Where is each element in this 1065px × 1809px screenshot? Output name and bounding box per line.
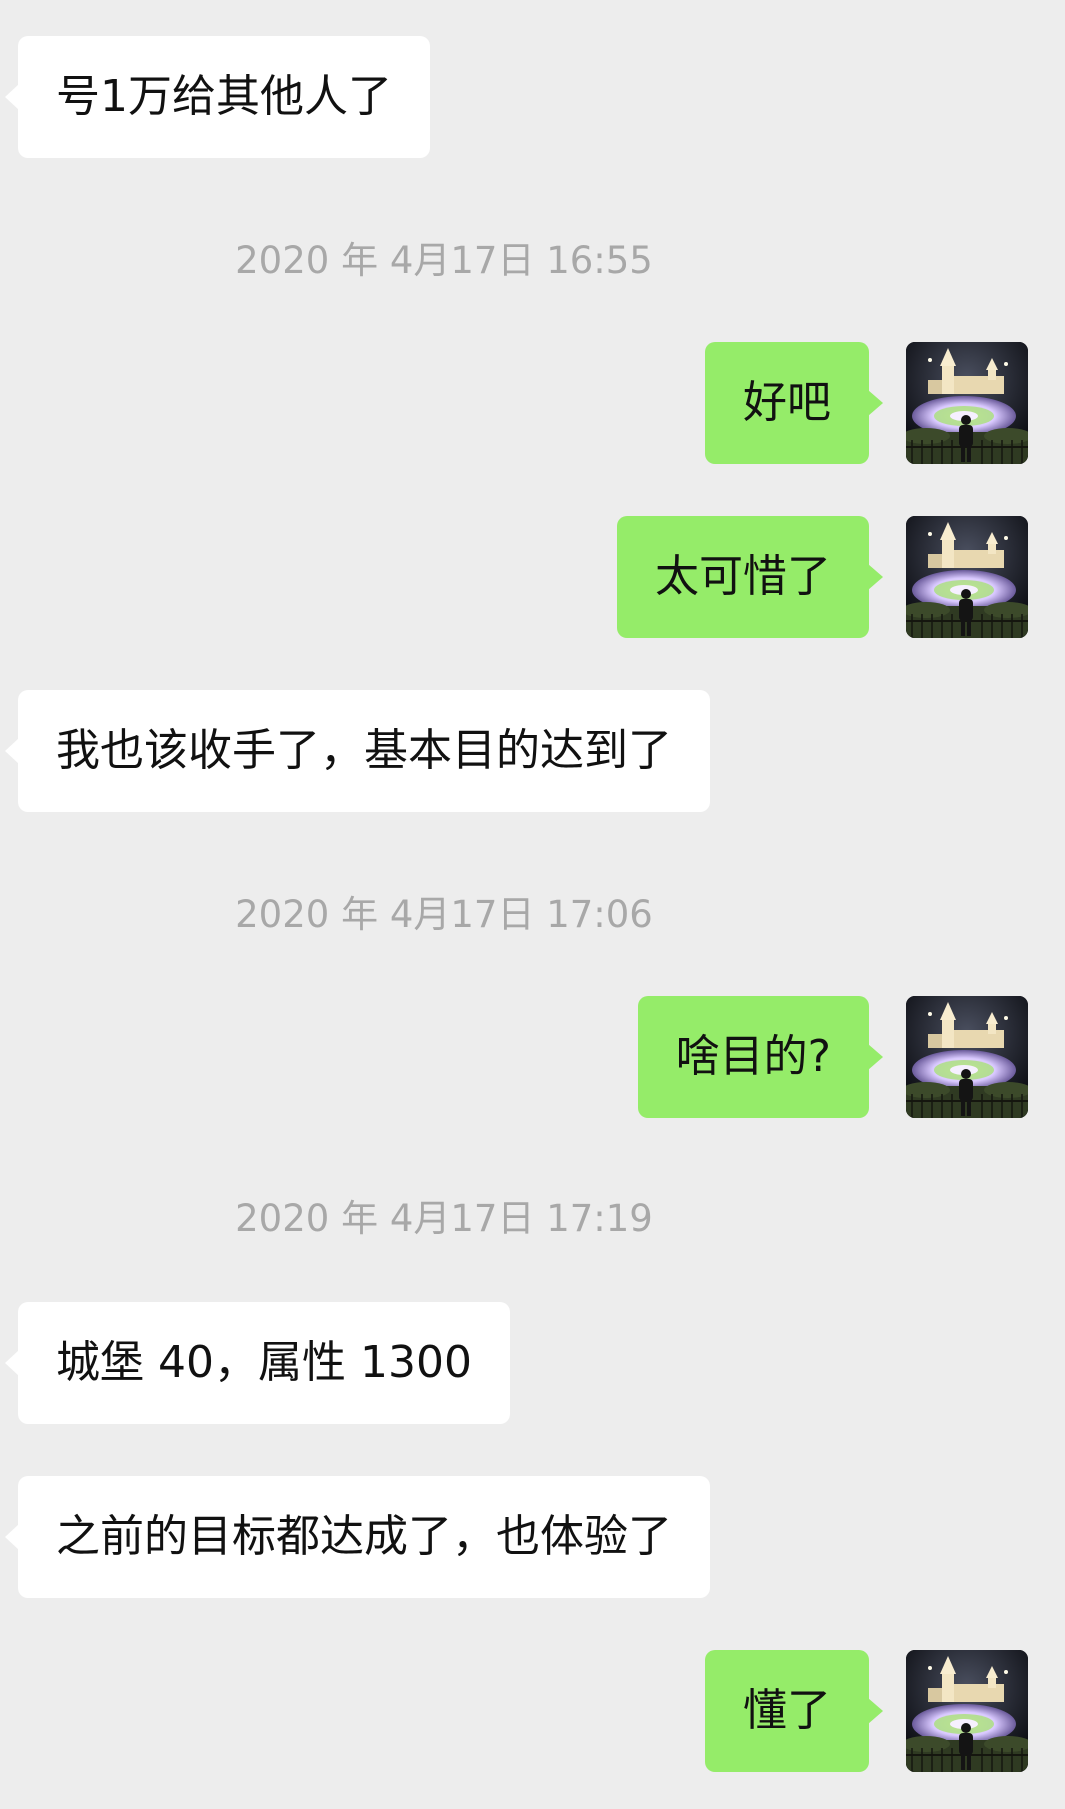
incoming-message[interactable]: 之前的目标都达成了，也体验了 <box>5 1476 710 1598</box>
self-avatar-icon[interactable] <box>906 342 1028 464</box>
timestamp: 2020 年 4月17日 16:55 <box>235 239 653 282</box>
castle-photo-icon <box>906 516 1028 638</box>
castle-photo-icon <box>906 996 1028 1118</box>
self-avatar-icon[interactable] <box>906 996 1028 1118</box>
castle-photo-icon <box>906 342 1028 464</box>
self-avatar-icon[interactable] <box>906 516 1028 638</box>
castle-photo-icon <box>906 1650 1028 1772</box>
timestamp: 2020 年 4月17日 17:19 <box>235 1197 653 1240</box>
incoming-message[interactable]: 号1万给其他人了 <box>5 36 430 158</box>
incoming-message[interactable]: 城堡 40，属性 1300 <box>5 1302 510 1424</box>
outgoing-message[interactable]: 太可惜了 <box>617 516 883 638</box>
outgoing-message[interactable]: 懂了 <box>705 1650 883 1772</box>
outgoing-message[interactable]: 啥目的? <box>637 996 884 1118</box>
outgoing-message[interactable]: 好吧 <box>705 342 883 464</box>
incoming-message[interactable]: 我也该收手了，基本目的达到了 <box>5 690 710 812</box>
self-avatar-icon[interactable] <box>906 1650 1028 1772</box>
timestamp: 2020 年 4月17日 17:06 <box>235 893 653 936</box>
